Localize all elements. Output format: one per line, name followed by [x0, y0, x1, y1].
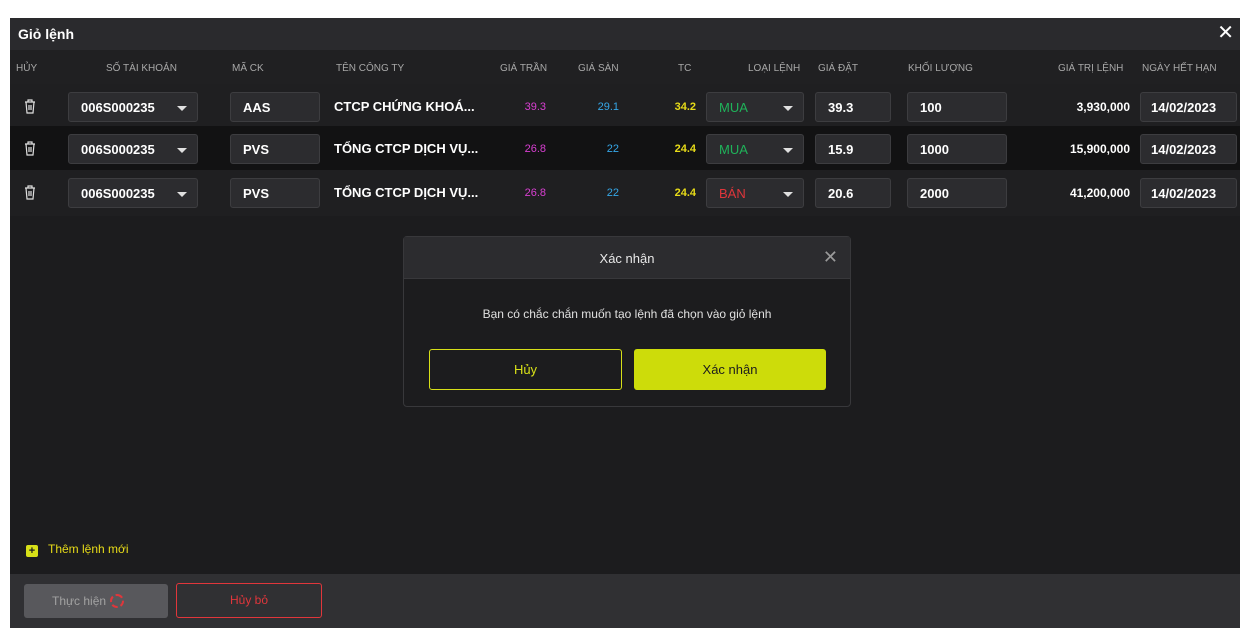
- qty-input[interactable]: 2000: [907, 178, 1007, 208]
- company-name: CTCP CHỨNG KHOÁ...: [334, 99, 475, 114]
- dialog-cancel-button[interactable]: Hủy: [429, 349, 622, 390]
- title-bar: Giỏ lệnh ✕: [10, 18, 1240, 50]
- order-value: 3,930,000: [1076, 100, 1130, 114]
- col-order-type: LOẠI LỆNH: [748, 63, 801, 74]
- qty-input[interactable]: 1000: [907, 134, 1007, 164]
- account-select[interactable]: 006S000235: [68, 178, 198, 208]
- expiry-date-input[interactable]: 14/02/2023: [1140, 92, 1237, 122]
- table-row: 006S000235 AAS CTCP CHỨNG KHOÁ... 39.3 2…: [10, 84, 1240, 130]
- symbol-field[interactable]: AAS: [230, 92, 320, 122]
- ceiling-price: 39.3: [524, 101, 546, 113]
- col-price: GIÁ ĐẶT: [818, 63, 859, 74]
- col-company: TÊN CÔNG TY: [336, 63, 405, 74]
- order-type-select[interactable]: BÁN: [706, 178, 804, 208]
- price-input[interactable]: 39.3: [815, 92, 891, 122]
- symbol-field[interactable]: PVS: [230, 178, 320, 208]
- chevron-down-icon: [783, 106, 793, 111]
- order-value: 41,200,000: [1069, 186, 1130, 200]
- order-value: 15,900,000: [1069, 142, 1130, 156]
- trash-icon[interactable]: [24, 184, 36, 200]
- account-select[interactable]: 006S000235: [68, 92, 198, 122]
- dialog-confirm-button[interactable]: Xác nhận: [634, 349, 826, 390]
- close-icon[interactable]: ✕: [1217, 23, 1234, 43]
- col-value: GIÁ TRỊ LỆNH: [1058, 63, 1124, 74]
- expiry-date-input[interactable]: 14/02/2023: [1140, 178, 1237, 208]
- account-value: 006S000235: [81, 142, 155, 157]
- col-cancel: HỦY: [16, 63, 38, 74]
- dialog-message: Bạn có chắc chắn muốn tạo lệnh đã chọn v…: [482, 307, 772, 321]
- cancel-all-button[interactable]: Hủy bỏ: [176, 583, 322, 618]
- chevron-down-icon: [177, 148, 187, 153]
- price-input[interactable]: 15.9: [815, 134, 891, 164]
- order-type-value: MUA: [719, 100, 748, 115]
- col-ceiling: GIÁ TRẦN: [500, 63, 548, 74]
- order-type-select[interactable]: MUA: [706, 134, 804, 164]
- order-type-value: BÁN: [719, 186, 746, 201]
- company-name: TỔNG CTCP DỊCH VỤ...: [334, 185, 479, 200]
- col-expiry: NGÀY HẾT HẠN: [1142, 63, 1217, 74]
- ceiling-price: 26.8: [524, 143, 546, 155]
- account-value: 006S000235: [81, 100, 155, 115]
- chevron-down-icon: [783, 148, 793, 153]
- table-header: HỦY SỐ TÀI KHOẢN MÃ CK TÊN CÔNG TY GIÁ T…: [10, 50, 1240, 86]
- chevron-down-icon: [783, 192, 793, 197]
- ref-price: 34.2: [674, 101, 696, 113]
- loading-spinner-icon: [110, 594, 124, 608]
- expiry-date-input[interactable]: 14/02/2023: [1140, 134, 1237, 164]
- ref-price: 24.4: [674, 187, 696, 199]
- chevron-down-icon: [177, 192, 187, 197]
- col-floor: GIÁ SÀN: [578, 63, 619, 74]
- panel-title: Giỏ lệnh: [18, 26, 74, 42]
- confirm-dialog: Xác nhận ✕ Bạn có chắc chắn muốn tạo lện…: [403, 236, 851, 407]
- qty-input[interactable]: 100: [907, 92, 1007, 122]
- table-row: 006S000235 PVS TỔNG CTCP DỊCH VỤ... 26.8…: [10, 170, 1240, 216]
- col-account: SỐ TÀI KHOẢN: [106, 63, 177, 74]
- order-type-select[interactable]: MUA: [706, 92, 804, 122]
- floor-price: 29.1: [597, 101, 619, 113]
- chevron-down-icon: [177, 106, 187, 111]
- table-row: 006S000235 PVS TỔNG CTCP DỊCH VỤ... 26.8…: [10, 126, 1240, 172]
- trash-icon[interactable]: [24, 140, 36, 156]
- col-qty: KHỐI LƯỢNG: [908, 63, 973, 74]
- symbol-field[interactable]: PVS: [230, 134, 320, 164]
- dialog-header: Xác nhận ✕: [404, 237, 850, 279]
- account-value: 006S000235: [81, 186, 155, 201]
- account-select[interactable]: 006S000235: [68, 134, 198, 164]
- order-basket-panel: Giỏ lệnh ✕ HỦY SỐ TÀI KHOẢN MÃ CK TÊN CÔ…: [10, 18, 1240, 628]
- trash-icon[interactable]: [24, 98, 36, 114]
- price-input[interactable]: 20.6: [815, 178, 891, 208]
- dialog-close-icon[interactable]: ✕: [823, 247, 838, 268]
- dialog-title: Xác nhận: [599, 251, 655, 266]
- col-symbol: MÃ CK: [232, 63, 264, 74]
- floor-price: 22: [606, 143, 619, 155]
- add-order-label: Thêm lệnh mới: [48, 542, 129, 556]
- execute-label: Thực hiện: [52, 594, 107, 608]
- plus-icon: +: [26, 545, 38, 557]
- col-ref: TC: [678, 63, 692, 74]
- ceiling-price: 26.8: [524, 187, 546, 199]
- company-name: TỔNG CTCP DỊCH VỤ...: [334, 141, 479, 156]
- add-order-button[interactable]: + Thêm lệnh mới: [26, 542, 129, 557]
- floor-price: 22: [606, 187, 619, 199]
- order-type-value: MUA: [719, 142, 748, 157]
- footer-bar: Thực hiện Hủy bỏ: [10, 574, 1240, 628]
- ref-price: 24.4: [674, 143, 696, 155]
- execute-button[interactable]: Thực hiện: [24, 584, 168, 618]
